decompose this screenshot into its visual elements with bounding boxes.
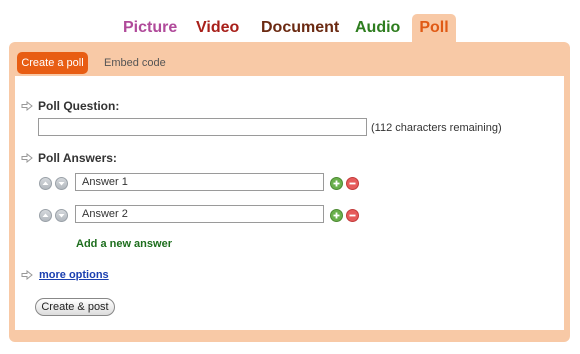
poll-form-area [15, 76, 564, 330]
tab-picture[interactable]: Picture [123, 14, 177, 42]
remove-answer-button[interactable] [346, 177, 359, 190]
answer-input[interactable] [75, 205, 324, 223]
create-poll-tab[interactable]: Create a poll [17, 52, 88, 74]
tab-audio[interactable]: Audio [355, 14, 400, 42]
tab-poll[interactable]: Poll [412, 14, 456, 44]
move-up-button[interactable] [39, 177, 52, 190]
content-type-tabs: Picture Video Document Audio Poll [0, 14, 580, 44]
more-options-link[interactable]: more options [39, 269, 109, 281]
poll-panel [9, 42, 570, 342]
plus-icon [333, 180, 340, 187]
arrow-up-icon [42, 213, 49, 217]
tab-video[interactable]: Video [196, 14, 239, 42]
arrow-right-icon [21, 101, 33, 111]
poll-question-label: Poll Question: [38, 99, 120, 113]
poll-question-input[interactable] [38, 118, 367, 136]
remove-answer-button[interactable] [346, 209, 359, 222]
minus-icon [349, 182, 356, 185]
move-down-button[interactable] [55, 209, 68, 222]
tab-document[interactable]: Document [261, 14, 339, 42]
add-answer-button[interactable] [330, 209, 343, 222]
answer-input[interactable] [75, 173, 324, 191]
create-post-button[interactable]: Create & post [35, 298, 115, 316]
arrow-up-icon [42, 181, 49, 185]
plus-icon [333, 212, 340, 219]
add-new-answer-link[interactable]: Add a new answer [76, 238, 172, 250]
add-answer-button[interactable] [330, 177, 343, 190]
characters-remaining: (112 characters remaining) [371, 122, 502, 134]
embed-code-tab[interactable]: Embed code [104, 52, 166, 74]
arrow-right-icon [21, 270, 33, 280]
arrow-down-icon [58, 214, 65, 218]
arrow-down-icon [58, 182, 65, 186]
move-down-button[interactable] [55, 177, 68, 190]
arrow-right-icon [21, 153, 33, 163]
poll-answers-label: Poll Answers: [38, 151, 117, 165]
move-up-button[interactable] [39, 209, 52, 222]
minus-icon [349, 214, 356, 217]
